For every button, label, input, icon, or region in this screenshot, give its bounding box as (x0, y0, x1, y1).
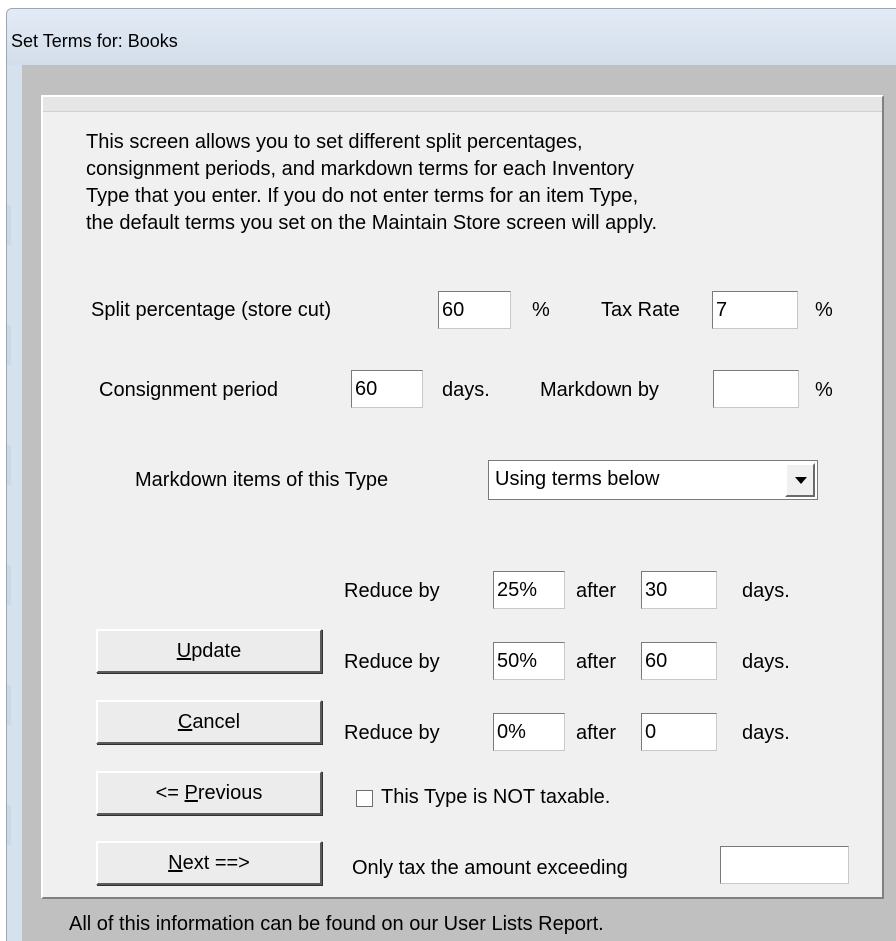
not-taxable-label: This Type is NOT taxable. (381, 786, 611, 808)
next-mnemonic: N (168, 852, 183, 874)
after-label-3: after (576, 722, 617, 744)
reduce-label-1: Reduce by (344, 580, 440, 602)
markdown-unit: % (815, 379, 833, 401)
dialog-window: Set Terms for: Books This screen allows … (6, 8, 896, 941)
footer-note: All of this information can be found on … (69, 913, 604, 935)
consignment-unit: days. (442, 379, 490, 401)
reduce-label-3: Reduce by (344, 722, 440, 744)
intro-line: the default terms you set on the Maintai… (86, 212, 658, 234)
reduce-days-field-1[interactable] (641, 571, 717, 609)
intro-line: consignment periods, and markdown terms … (86, 158, 635, 180)
dropdown-selected-value: Using terms below (495, 468, 660, 490)
chevron-down-icon[interactable] (785, 463, 815, 497)
markdown-items-dropdown[interactable]: Using terms below (488, 460, 818, 500)
reduce-days-field-3[interactable] (641, 713, 717, 751)
cancel-mnemonic: C (177, 711, 193, 733)
split-unit: % (532, 299, 550, 321)
days-label-2: days. (742, 651, 790, 673)
cancel-label: ancel (192, 711, 241, 733)
after-label-2: after (576, 651, 617, 673)
next-button[interactable]: Next ==> (96, 841, 322, 885)
panel-top-strip (43, 97, 882, 112)
split-label: Split percentage (store cut) (91, 299, 332, 321)
tax-rate-unit: % (815, 299, 833, 321)
reduce-percent-field-1[interactable] (493, 571, 565, 609)
reduce-percent-field-3[interactable] (493, 713, 565, 751)
intro-line: Type that you enter. If you do not enter… (86, 185, 639, 207)
client-area: This screen allows you to set different … (22, 65, 896, 941)
tax-exceeding-field[interactable] (720, 846, 849, 884)
tax-exceeding-label: Only tax the amount exceeding (352, 857, 628, 879)
days-label-3: days. (742, 722, 790, 744)
consignment-label: Consignment period (99, 379, 278, 401)
window-frame-left (7, 65, 22, 941)
previous-button[interactable]: <= Previous (96, 771, 322, 815)
days-label-1: days. (742, 580, 790, 602)
reduce-label-2: Reduce by (344, 651, 440, 673)
next-label: ext ==> (182, 852, 250, 874)
markdown-by-field[interactable] (713, 370, 799, 408)
reduce-days-field-2[interactable] (641, 642, 717, 680)
after-label-1: after (576, 580, 617, 602)
tax-rate-field[interactable] (712, 291, 798, 329)
update-label: pdate (191, 640, 242, 662)
previous-mnemonic: P (184, 782, 198, 804)
previous-prefix: <= (155, 782, 185, 804)
consignment-period-field[interactable] (351, 370, 423, 408)
markdown-by-label: Markdown by (540, 379, 659, 401)
intro-text: This screen allows you to set different … (86, 129, 866, 237)
markdown-items-label: Markdown items of this Type (135, 469, 389, 491)
previous-label: revious (197, 782, 263, 804)
title-bar: Set Terms for: Books (7, 9, 896, 65)
update-mnemonic: U (176, 640, 192, 662)
tax-rate-label: Tax Rate (601, 299, 680, 321)
intro-line: This screen allows you to set different … (86, 131, 583, 153)
update-button[interactable]: Update (96, 629, 322, 673)
not-taxable-checkbox[interactable] (356, 790, 373, 807)
cancel-button[interactable]: Cancel (96, 700, 322, 744)
split-percentage-field[interactable] (438, 291, 511, 329)
window-title: Set Terms for: Books (11, 31, 178, 51)
terms-panel: This screen allows you to set different … (41, 95, 884, 899)
reduce-percent-field-2[interactable] (493, 642, 565, 680)
